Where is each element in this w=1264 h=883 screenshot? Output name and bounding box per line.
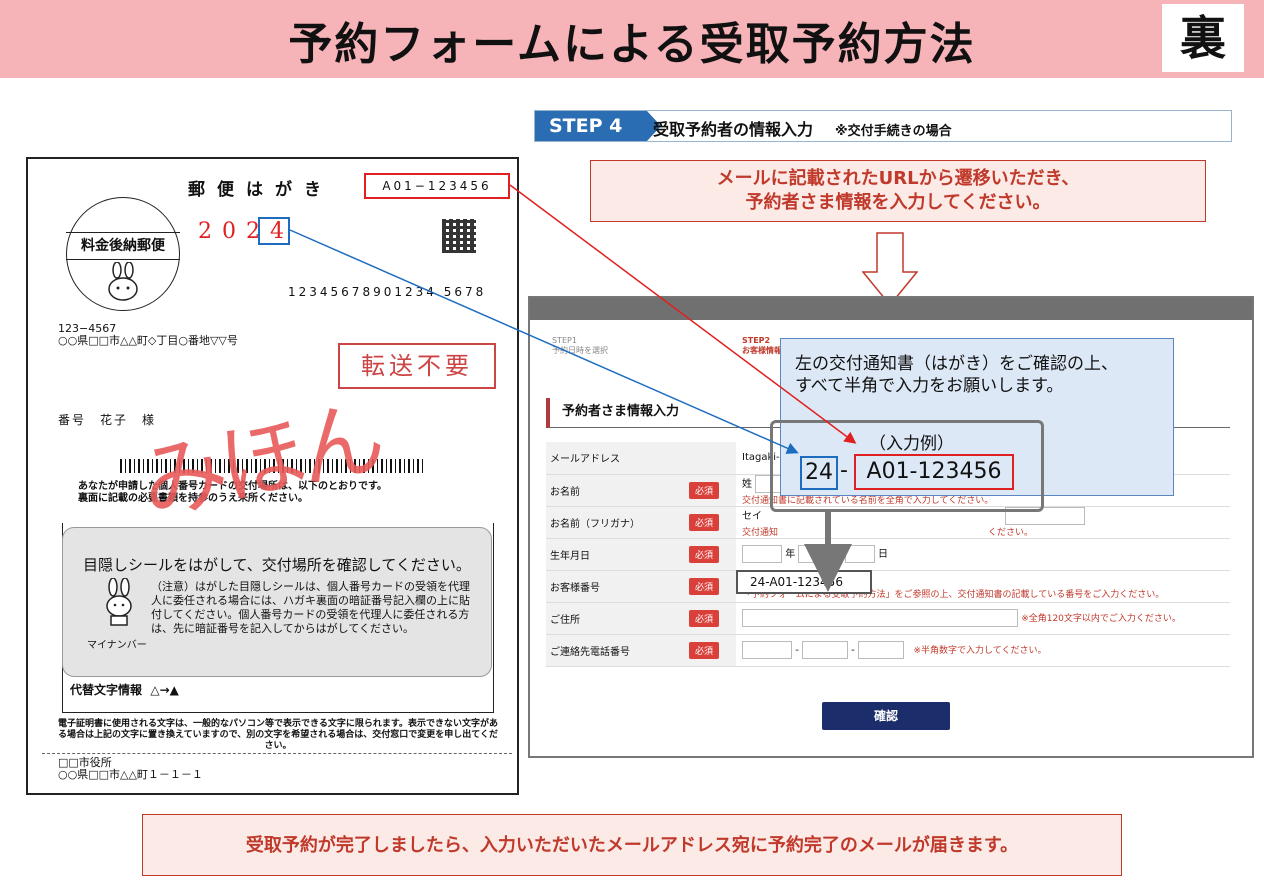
privacy-seal: 目隠しシールをはがして、交付場所を確認してください。 （注意）はがした目隠しシー… bbox=[62, 527, 492, 677]
side-label: 裏 bbox=[1162, 4, 1244, 72]
postcard: 郵便はがき A01−123456 料金後納郵便 2024 12345678901… bbox=[26, 157, 519, 795]
phone-sep-2: - bbox=[851, 645, 855, 656]
sample-watermark: みほん bbox=[131, 387, 388, 536]
form-step-2-num: STEP2 bbox=[742, 336, 771, 345]
birth-year-select[interactable] bbox=[742, 545, 782, 563]
postcard-digits: 12345678901234 5678 bbox=[288, 285, 487, 299]
birth-day-unit: 日 bbox=[877, 549, 888, 560]
alt-char-value: △→▲ bbox=[150, 683, 179, 697]
phone-input-2[interactable] bbox=[801, 641, 848, 659]
form-step-1-num: STEP1 bbox=[552, 336, 577, 345]
rabbit-icon bbox=[108, 262, 138, 301]
completion-note: 受取予約が完了しましたら、入力いただいたメールアドレス宛に予約完了のメールが届き… bbox=[142, 814, 1122, 876]
header-banner: 予約フォームによる受取予約方法 裏 bbox=[0, 0, 1264, 78]
seal-note-label: （注意） bbox=[151, 580, 195, 593]
form-step-1-label: 予約日時を選択 bbox=[552, 346, 608, 355]
address-label: ご住所 bbox=[546, 602, 672, 635]
arrow-down-icon bbox=[862, 232, 918, 306]
birth-year-unit: 年 bbox=[785, 549, 796, 560]
required-badge: 必須 bbox=[688, 513, 719, 531]
kana-label: お名前（フリガナ） bbox=[546, 506, 672, 539]
step-title: 受取予約者の情報入力 ※交付手続きの場合 bbox=[653, 116, 952, 140]
postcard-number: A01−123456 bbox=[364, 173, 510, 199]
divider bbox=[42, 753, 512, 754]
name-label: お名前 bbox=[546, 474, 672, 507]
phone-label: ご連絡先電話番号 bbox=[546, 634, 672, 667]
required-badge: 必須 bbox=[688, 577, 719, 595]
stamp-label: 料金後納郵便 bbox=[66, 232, 180, 260]
mynumber-mascot-icon bbox=[106, 578, 132, 626]
page-title: 予約フォームによる受取予約方法 bbox=[288, 19, 976, 70]
birth-day-select[interactable] bbox=[844, 545, 875, 563]
phone-input-1[interactable] bbox=[742, 641, 792, 659]
form-row-address: ご住所 必須 ※全角120文字以内でご入力ください。 bbox=[546, 602, 1230, 635]
birth-month-unit: 月 bbox=[831, 549, 842, 560]
required-badge: 必須 bbox=[688, 641, 719, 659]
customer-label: お客様番号 bbox=[546, 570, 672, 603]
seal-note-text: はがした目隠しシールは、個人番号カードの受領を代理人に委任される場合には、ハガキ… bbox=[151, 580, 470, 635]
recipient-address: 123−4567 ○○県□□市△△町◇丁目○番地▽▽号 bbox=[58, 323, 238, 347]
form-row-birth: 生年月日 必須 年 月 日 bbox=[546, 538, 1230, 571]
example-number: A01-123456 bbox=[854, 454, 1014, 490]
step-note: ※交付手続きの場合 bbox=[835, 124, 952, 139]
confirm-button[interactable]: 確認 bbox=[822, 702, 950, 730]
instruction-line-1: メールに記載されたURLから遷移いただき、 bbox=[716, 168, 1080, 189]
postage-stamp: 料金後納郵便 bbox=[66, 197, 180, 311]
alt-char-label: 代替文字情報 bbox=[70, 683, 143, 697]
year-highlight bbox=[258, 217, 290, 245]
kana-prefix: セイ bbox=[742, 510, 762, 522]
callout-text: 左の交付通知書（はがき）をご確認の上、 すべて半角で入力をお願いします。 bbox=[795, 353, 1118, 397]
office-address: ○○県□□市△△町１－１－１ bbox=[58, 768, 203, 781]
mascot-label: マイナンバー bbox=[87, 640, 147, 651]
browser-bar bbox=[530, 298, 1252, 320]
address-line: ○○県□□市△△町◇丁目○番地▽▽号 bbox=[58, 334, 238, 347]
form-step-2: STEP2 お客様情報 bbox=[742, 336, 782, 356]
instruction-box: メールに記載されたURLから遷移いただき、 予約者さま情報を入力してください。 bbox=[590, 160, 1206, 222]
birth-month-select[interactable] bbox=[798, 545, 829, 563]
step-title-text: 受取予約者の情報入力 bbox=[653, 120, 814, 139]
form-row-phone: ご連絡先電話番号 必須 - - ※半角数字で入力してください。 bbox=[546, 634, 1230, 667]
seal-heading: 目隠しシールをはがして、交付場所を確認してください。 bbox=[83, 556, 471, 574]
kana-note-a: 交付通知 bbox=[742, 527, 779, 538]
phone-sep-1: - bbox=[795, 645, 799, 656]
phone-note: ※半角数字で入力してください。 bbox=[913, 646, 1047, 656]
seal-note: （注意）はがした目隠しシールは、個人番号カードの受領を代理人に委任される場合には… bbox=[151, 580, 471, 636]
instruction-line-2: 予約者さま情報を入力してください。 bbox=[745, 192, 1051, 213]
form-step-2-label: お客様情報 bbox=[742, 346, 782, 355]
step-bar: STEP 4 受取予約者の情報入力 ※交付手続きの場合 bbox=[534, 110, 1232, 142]
phone-input-3[interactable] bbox=[857, 641, 904, 659]
form-row-customer: お客様番号 必須 「予約フォームによる受取予約方法」をご参照の上、交付通知書の記… bbox=[546, 570, 1230, 603]
required-badge: 必須 bbox=[688, 609, 719, 627]
customer-number-input[interactable]: 24-A01-123456 bbox=[736, 570, 872, 594]
postcard-title: 郵便はがき bbox=[188, 180, 333, 200]
example-dash: - bbox=[840, 458, 848, 483]
name-prefix: 姓 bbox=[742, 478, 752, 490]
required-badge: 必須 bbox=[688, 481, 719, 499]
email-label: メールアドレス bbox=[546, 442, 672, 475]
required-badge: 必須 bbox=[688, 545, 719, 563]
form-step-1: STEP1 予約日時を選択 bbox=[552, 336, 608, 356]
callout-line-2: すべて半角で入力をお願いします。 bbox=[795, 376, 1064, 396]
small-print: 電子証明書に使用される文字は、一般的なパソコン等で表示できる文字に限られます。表… bbox=[58, 719, 498, 751]
example-year: 24 bbox=[800, 456, 838, 490]
alt-char-info: 代替文字情報 △→▲ bbox=[70, 681, 179, 698]
sender-info: □□市役所 ○○県□□市△△町１－１－１ bbox=[58, 757, 203, 781]
callout-line-1: 左の交付通知書（はがき）をご確認の上、 bbox=[795, 354, 1118, 374]
qr-code-icon bbox=[442, 219, 476, 253]
address-note: ※全角120文字以内でご入力ください。 bbox=[1021, 614, 1181, 624]
step-chip: STEP 4 bbox=[535, 111, 661, 141]
birth-label: 生年月日 bbox=[546, 538, 672, 571]
kana-note-b: ください。 bbox=[988, 527, 1034, 538]
address-input[interactable] bbox=[742, 609, 1018, 627]
